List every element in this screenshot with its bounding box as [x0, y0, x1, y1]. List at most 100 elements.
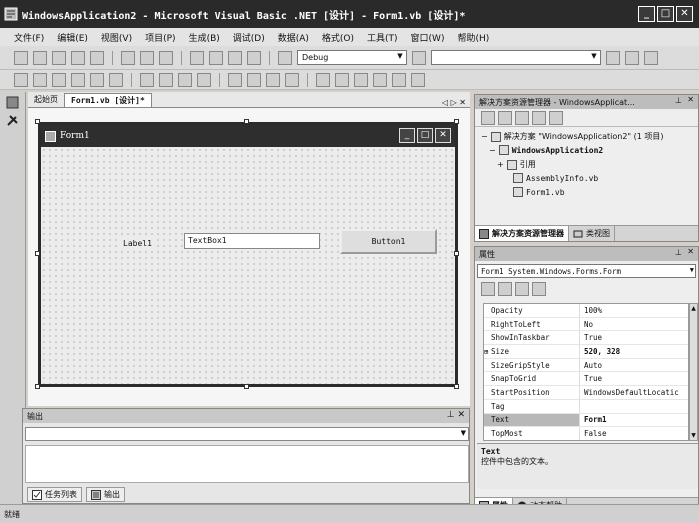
align-centers-icon[interactable] [33, 72, 47, 87]
paste-icon[interactable] [159, 50, 173, 65]
tree-node-form1[interactable]: Form1.vb [513, 187, 565, 197]
property-row[interactable]: Opacity 100% [484, 304, 688, 318]
close-button[interactable]: ✕ [676, 6, 693, 22]
object-selector-dropdown[interactable]: Form1 System.Windows.Forms.Form ▼ [477, 264, 696, 278]
find-dropdown[interactable]: ▼ [431, 50, 601, 65]
server-explorer-icon[interactable] [6, 96, 19, 109]
property-row[interactable]: SizeGripStyle Auto [484, 358, 688, 373]
scroll-up-icon[interactable]: ▲ [690, 305, 697, 312]
vertical-spacing-icon[interactable] [316, 72, 330, 87]
button1-control[interactable]: Button1 [340, 229, 437, 254]
tree-node-references[interactable]: + 引用 [497, 159, 536, 170]
make-same-height-icon[interactable] [159, 72, 173, 87]
resize-handle[interactable] [244, 384, 249, 389]
increase-spacing-icon[interactable] [247, 72, 261, 87]
center-vertically-icon[interactable] [354, 72, 368, 87]
property-row[interactable]: StartPosition WindowsDefaultLocatic [484, 386, 688, 400]
output-source-dropdown[interactable]: ▼ [25, 427, 469, 441]
open-icon[interactable] [52, 50, 66, 65]
toolbox-icon[interactable] [6, 114, 19, 127]
bring-to-front-icon[interactable] [373, 72, 387, 87]
align-tops-icon[interactable] [71, 72, 85, 87]
tab-task-list[interactable]: 任务列表 [27, 487, 82, 502]
categorized-icon[interactable] [481, 282, 495, 296]
resize-handle[interactable] [454, 251, 459, 256]
property-row[interactable]: RightToLeft No [484, 317, 688, 332]
menu-format[interactable]: 格式(O) [322, 31, 354, 44]
tab-class-view[interactable]: 类视图 [569, 226, 615, 241]
menu-build[interactable]: 生成(B) [189, 31, 220, 44]
resize-handle[interactable] [35, 119, 40, 124]
property-value[interactable]: Auto [580, 361, 602, 370]
tab-output[interactable]: 输出 [86, 487, 125, 502]
textbox1-control[interactable]: TextBox1 [184, 233, 320, 249]
properties-icon[interactable] [549, 110, 563, 125]
tree-node-solution[interactable]: − 解决方案 "WindowsApplication2" (1 项目) [481, 131, 664, 142]
align-bottoms-icon[interactable] [109, 72, 123, 87]
decrease-spacing-icon[interactable] [266, 72, 280, 87]
resize-handle[interactable] [244, 119, 249, 124]
tab-form1-design[interactable]: Form1.vb [设计]* [64, 93, 152, 107]
size-to-grid-icon[interactable] [197, 72, 211, 87]
alphabetical-icon[interactable] [498, 282, 512, 296]
view-code-icon[interactable] [481, 110, 495, 125]
menu-data[interactable]: 数据(A) [278, 31, 309, 44]
find-icon[interactable] [412, 50, 426, 65]
label1-control[interactable]: Label1 [121, 239, 154, 248]
pin-icon[interactable]: ⊥ [675, 248, 682, 257]
properties-view-icon[interactable] [515, 282, 529, 296]
remove-spacing-icon[interactable] [285, 72, 299, 87]
lock-controls-icon[interactable] [411, 72, 425, 87]
tree-node-project[interactable]: − WindowsApplication2 [489, 145, 603, 155]
form1-window[interactable]: Form1 _ □ ✕ Label1 TextBox1 Button1 [38, 122, 458, 387]
close-icon[interactable]: ✕ [687, 247, 694, 256]
maximize-button[interactable]: □ [657, 6, 674, 22]
menu-window[interactable]: 窗口(W) [411, 31, 445, 44]
save-all-icon[interactable] [90, 50, 104, 65]
menu-view[interactable]: 视图(V) [101, 31, 132, 44]
save-icon[interactable] [71, 50, 85, 65]
tab-navigation-controls[interactable]: ◁ ▷ ✕ [442, 98, 470, 107]
property-pages-icon[interactable] [532, 282, 546, 296]
property-row[interactable]: SnapToGrid True [484, 372, 688, 387]
minimize-button[interactable]: _ [638, 6, 655, 22]
menu-debug[interactable]: 调试(D) [233, 31, 265, 44]
expand-icon[interactable]: ⊞ [484, 348, 488, 356]
start-debug-icon[interactable] [278, 50, 292, 65]
add-item-icon[interactable] [33, 50, 47, 65]
property-value[interactable]: WindowsDefaultLocatic [580, 388, 679, 397]
collapse-icon[interactable]: − [489, 146, 496, 155]
property-grid-scrollbar[interactable]: ▲ ▼ [689, 303, 698, 441]
collapse-icon[interactable]: − [481, 132, 488, 141]
send-to-back-icon[interactable] [392, 72, 406, 87]
menu-project[interactable]: 项目(P) [145, 31, 175, 44]
resize-handle[interactable] [454, 119, 459, 124]
property-value[interactable]: No [580, 320, 593, 329]
menu-help[interactable]: 帮助(H) [457, 31, 489, 44]
undo-icon[interactable] [190, 50, 204, 65]
navigate-forward-icon[interactable] [247, 50, 261, 65]
view-designer-icon[interactable] [498, 110, 512, 125]
make-same-size-icon[interactable] [178, 72, 192, 87]
pin-icon[interactable]: ⊥ [675, 96, 682, 105]
resize-handle[interactable] [35, 384, 40, 389]
refresh-icon[interactable] [515, 110, 529, 125]
center-horizontally-icon[interactable] [335, 72, 349, 87]
redo-icon[interactable] [209, 50, 223, 65]
output-text-area[interactable] [25, 445, 469, 483]
menu-edit[interactable]: 编辑(E) [57, 31, 88, 44]
new-project-icon[interactable] [14, 50, 28, 65]
solution-config-dropdown[interactable]: Debug ▼ [297, 50, 407, 65]
property-row-selected[interactable]: Text Form1 [484, 413, 688, 428]
expand-icon[interactable]: + [497, 160, 504, 169]
navigate-back-icon[interactable] [228, 50, 242, 65]
align-middles-icon[interactable] [90, 72, 104, 87]
solution-explorer-icon[interactable] [606, 50, 620, 65]
tab-solution-explorer[interactable]: 解决方案资源管理器 [475, 226, 569, 241]
copy-icon[interactable] [140, 50, 154, 65]
property-row[interactable]: ShowInTaskbar True [484, 331, 688, 346]
make-same-width-icon[interactable] [140, 72, 154, 87]
property-value[interactable]: Form1 [580, 415, 607, 424]
close-icon[interactable]: ✕ [687, 95, 694, 104]
property-value[interactable]: 100% [580, 306, 602, 315]
